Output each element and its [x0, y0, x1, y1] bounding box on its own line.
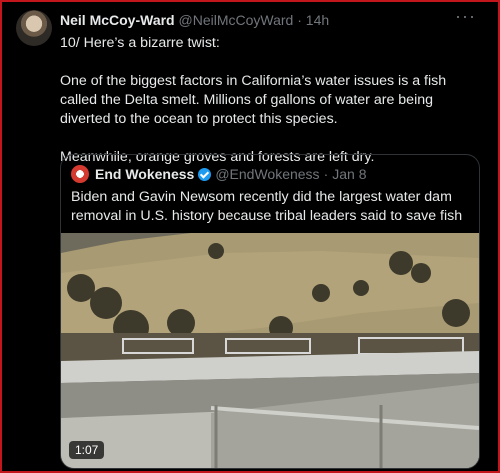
quoted-author-name[interactable]: End Wokeness: [95, 166, 194, 182]
author-avatar[interactable]: [16, 10, 52, 46]
separator-dot: ·: [297, 12, 302, 28]
tweet-paragraph: 10/ Here’s a bizarre twist:: [60, 35, 220, 51]
tweet-header: Neil McCoy-Ward @NeilMcCoyWard · 14h: [60, 12, 329, 28]
verified-badge-icon: [198, 167, 212, 181]
author-name[interactable]: Neil McCoy-Ward: [60, 12, 175, 28]
tweet-paragraph: One of the biggest factors in California…: [60, 73, 447, 127]
video-player[interactable]: 1:07: [61, 233, 479, 468]
quoted-author-avatar[interactable]: [71, 165, 89, 183]
quoted-tweet-date[interactable]: Jan 8: [332, 166, 366, 182]
video-frame: [61, 233, 479, 468]
video-duration: 1:07: [69, 441, 105, 459]
quoted-tweet[interactable]: End Wokeness @EndWokeness · Jan 8 Biden …: [60, 154, 480, 469]
separator-dot: ·: [323, 166, 329, 182]
author-handle[interactable]: @NeilMcCoyWard: [179, 12, 294, 28]
quoted-tweet-text: Biden and Gavin Newsom recently did the …: [71, 189, 463, 224]
quoted-author-handle[interactable]: @EndWokeness: [215, 166, 319, 182]
more-icon[interactable]: ···: [455, 6, 476, 27]
tweet[interactable]: Neil McCoy-Ward @NeilMcCoyWard · 14h ···…: [2, 2, 498, 471]
quoted-tweet-header: End Wokeness @EndWokeness · Jan 8: [71, 165, 366, 183]
tweet-time[interactable]: 14h: [306, 12, 329, 28]
